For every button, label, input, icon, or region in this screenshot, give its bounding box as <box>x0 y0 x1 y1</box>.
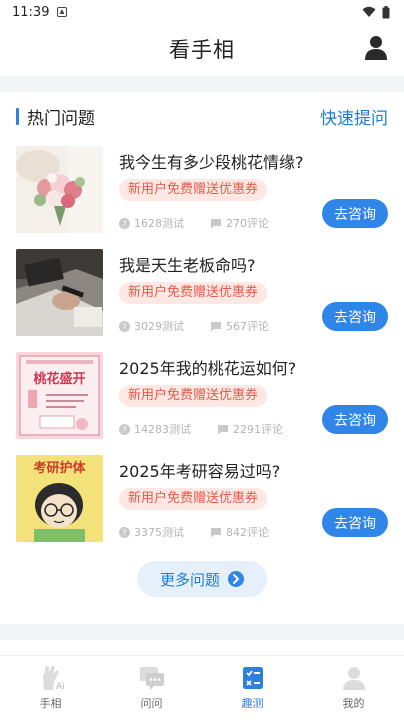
comment-icon <box>211 218 221 228</box>
comment-count: 567评论 <box>226 320 269 333</box>
section-accent-bar <box>16 107 19 125</box>
comment-icon <box>211 321 221 331</box>
question-title: 我是天生老板命吗? <box>119 256 256 275</box>
status-time: 11:39 <box>12 4 50 20</box>
cartoon-text: 考研护体 <box>33 460 86 476</box>
peach-blossom-poster-image: 桃花盛开 <box>16 352 103 439</box>
coupon-badge: 新用户免费赠送优惠券 <box>119 282 268 304</box>
list-item[interactable]: 桃花盛开 2025年我的桃花运如何? 新用户免费赠送优惠券 ? 14283测试 2… <box>16 346 388 449</box>
comment-icon <box>211 527 221 537</box>
list-item[interactable]: 我今生有多少段桃花情缘? 新用户免费赠送优惠券 ? 1628测试 270评论 去咨… <box>16 140 388 243</box>
profile-icon <box>342 667 365 690</box>
tab-palm[interactable]: Ai 手相 <box>0 656 101 720</box>
divider-band <box>0 624 404 640</box>
consult-button[interactable]: 去咨询 <box>322 508 388 537</box>
help-icon: ? <box>119 320 130 332</box>
comment-count: 2291评论 <box>233 423 283 436</box>
palm-ai-icon: Ai <box>42 665 65 692</box>
question-title: 2025年考研容易过吗? <box>119 462 281 481</box>
comment-icon <box>218 424 228 434</box>
chevron-right-icon <box>228 571 244 587</box>
tab-quiz[interactable]: 趣测 <box>202 656 303 720</box>
comment-count: 842评论 <box>226 526 269 539</box>
coupon-badge: 新用户免费赠送优惠券 <box>119 385 268 407</box>
user-icon[interactable] <box>364 35 388 61</box>
svg-text:?: ? <box>122 219 126 228</box>
tab-ask[interactable]: 问问 <box>101 656 202 720</box>
bottom-tab-bar: Ai 手相 问问 趣测 我的 <box>0 655 404 720</box>
page-title: 看手相 <box>169 38 235 62</box>
svg-text:?: ? <box>122 528 126 537</box>
more-questions-label: 更多问题 <box>159 570 220 589</box>
question-title: 我今生有多少段桃花情缘? <box>119 153 304 172</box>
divider-band <box>0 76 404 92</box>
svg-text:?: ? <box>122 425 126 434</box>
consult-button[interactable]: 去咨询 <box>322 199 388 228</box>
poster-text: 桃花盛开 <box>33 371 85 387</box>
battery-icon <box>382 5 390 18</box>
quiz-icon <box>242 667 263 689</box>
section-title: 热门问题 <box>27 108 95 129</box>
more-questions-button[interactable]: 更多问题 <box>137 561 267 597</box>
status-bar: 11:39 <box>0 0 404 24</box>
office-desk-image <box>16 249 103 336</box>
coupon-badge: 新用户免费赠送优惠券 <box>119 488 268 510</box>
test-count: 14283测试 <box>134 423 191 436</box>
test-count: 1628测试 <box>134 217 184 230</box>
tab-profile[interactable]: 我的 <box>303 656 404 720</box>
list-item[interactable]: 我是天生老板命吗? 新用户免费赠送优惠券 ? 3029测试 567评论 去咨询 <box>16 243 388 346</box>
section-header: 热门问题 快速提问 <box>0 92 404 140</box>
svg-text:Ai: Ai <box>56 682 65 692</box>
question-list: 我今生有多少段桃花情缘? 新用户免费赠送优惠券 ? 1628测试 270评论 去咨… <box>0 140 404 552</box>
question-title: 2025年我的桃花运如何? <box>119 359 297 378</box>
tab-label: 问问 <box>140 697 163 710</box>
help-icon: ? <box>119 217 130 229</box>
consult-button[interactable]: 去咨询 <box>322 405 388 434</box>
more-wrapper: 更多问题 <box>0 561 404 597</box>
test-count: 3375测试 <box>134 526 184 539</box>
consult-button[interactable]: 去咨询 <box>322 302 388 331</box>
tab-label: 我的 <box>342 697 365 710</box>
svg-text:?: ? <box>122 322 126 331</box>
chat-icon <box>139 667 164 690</box>
list-item[interactable]: 考研护体 2025年考研容易过吗? 新用户免费赠送优惠券 ? 3375测试 842… <box>16 449 388 552</box>
wifi-icon <box>362 6 376 17</box>
test-count: 3029测试 <box>134 320 184 333</box>
tab-label: 手相 <box>39 697 62 710</box>
tab-label: 趣测 <box>241 697 264 710</box>
comment-count: 270评论 <box>226 217 269 230</box>
bouquet-image <box>16 146 103 233</box>
notification-icon <box>57 7 68 17</box>
help-icon: ? <box>119 526 130 538</box>
coupon-badge: 新用户免费赠送优惠券 <box>119 179 268 201</box>
quick-ask-link[interactable]: 快速提问 <box>320 104 388 129</box>
title-bar: 看手相 <box>0 24 404 74</box>
exam-cartoon-image: 考研护体 <box>16 455 103 542</box>
help-icon: ? <box>119 423 130 435</box>
